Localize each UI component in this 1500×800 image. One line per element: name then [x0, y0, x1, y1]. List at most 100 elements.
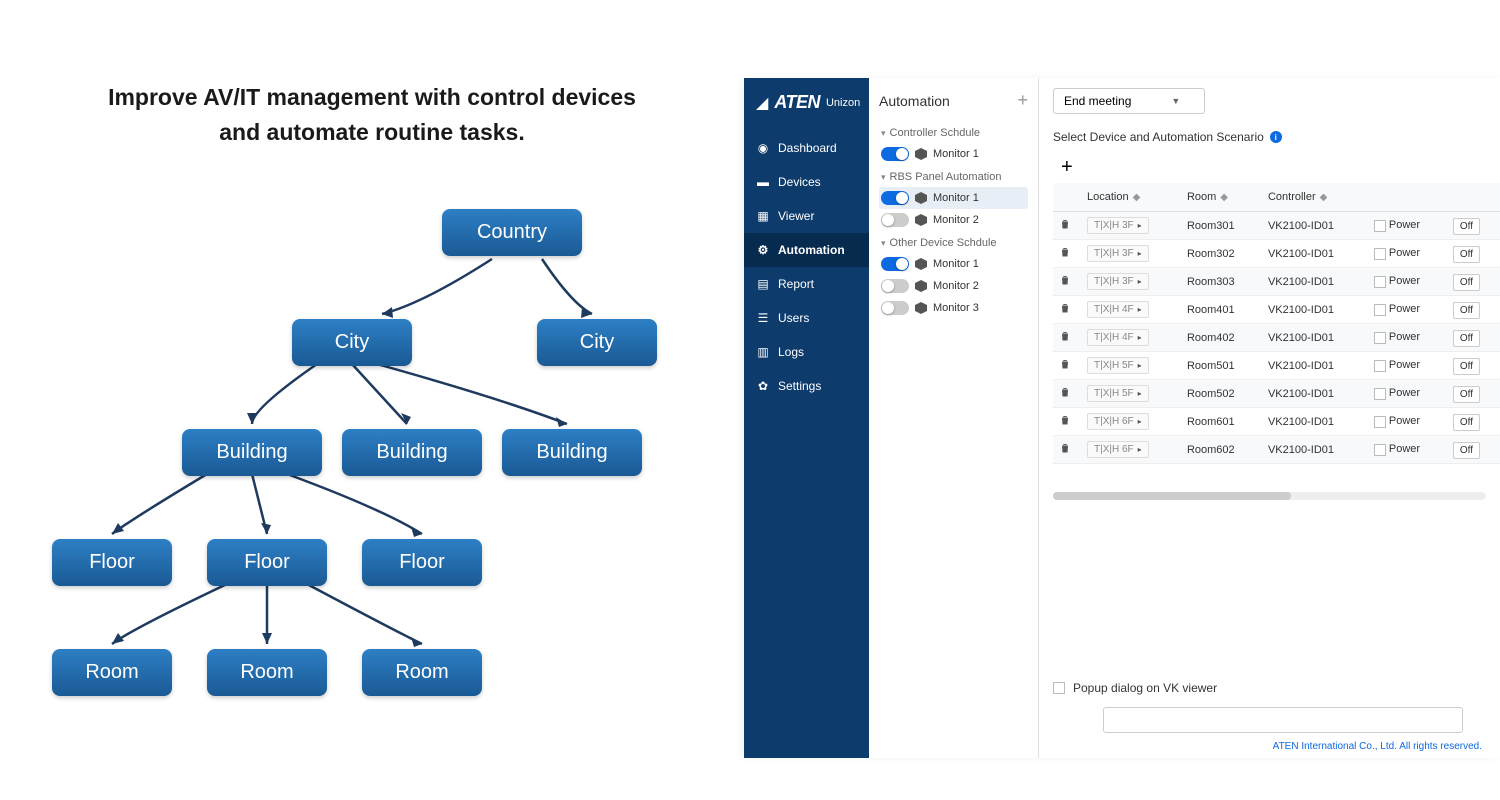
sidebar-item-users[interactable]: ☰Users — [744, 301, 869, 335]
popup-checkbox[interactable] — [1053, 682, 1065, 694]
chevron-right-icon: ▸ — [1138, 333, 1142, 342]
automation-group-title[interactable]: ▾ Other Device Schdule — [879, 231, 1028, 253]
off-button[interactable]: Off — [1453, 442, 1480, 459]
power-checkbox[interactable] — [1374, 444, 1386, 456]
popup-label: Popup dialog on VK viewer — [1073, 681, 1217, 695]
automation-item[interactable]: Monitor 2 — [879, 275, 1028, 297]
power-checkbox[interactable] — [1374, 332, 1386, 344]
scenario-dropdown[interactable]: End meeting ▼ — [1053, 88, 1205, 114]
automation-item[interactable]: Monitor 1 — [879, 253, 1028, 275]
trash-icon[interactable] — [1059, 301, 1071, 315]
brand: ◢ ATEN Unizon — [744, 78, 869, 131]
add-device-button[interactable]: + — [1053, 152, 1500, 183]
toggle-switch[interactable] — [881, 213, 909, 227]
col-room[interactable]: Room — [1187, 191, 1216, 203]
power-checkbox[interactable] — [1374, 416, 1386, 428]
report-icon: ▤ — [756, 277, 770, 291]
chevron-down-icon: ▾ — [881, 238, 886, 249]
sidebar-item-report[interactable]: ▤Report — [744, 267, 869, 301]
popup-message-input[interactable] — [1103, 707, 1463, 733]
automation-item[interactable]: Monitor 1 — [879, 143, 1028, 165]
location-breadcrumb[interactable]: T|X|H 6F ▸ — [1087, 441, 1149, 458]
headline: Improve AV/IT management with control de… — [92, 80, 652, 149]
sort-icon[interactable]: ◆ — [1133, 192, 1141, 203]
chevron-right-icon: ▸ — [1138, 361, 1142, 370]
trash-icon[interactable] — [1059, 273, 1071, 287]
power-checkbox[interactable] — [1374, 220, 1386, 232]
sidebar-item-dashboard[interactable]: ◉Dashboard — [744, 131, 869, 165]
location-breadcrumb[interactable]: T|X|H 4F ▸ — [1087, 329, 1149, 346]
shield-icon: ◢ — [756, 93, 768, 113]
chevron-right-icon: ▸ — [1138, 389, 1142, 398]
chevron-down-icon: ▼ — [1171, 96, 1180, 106]
off-button[interactable]: Off — [1453, 386, 1480, 403]
off-button[interactable]: Off — [1453, 414, 1480, 431]
automation-group-title[interactable]: ▾ RBS Panel Automation — [879, 165, 1028, 187]
tree-node-floor: Floor — [52, 539, 172, 586]
col-location[interactable]: Location — [1087, 191, 1129, 203]
power-label: Power — [1389, 387, 1420, 399]
sidebar-item-viewer[interactable]: ▦Viewer — [744, 199, 869, 233]
sort-icon[interactable]: ◆ — [1320, 192, 1328, 203]
cell-controller: VK2100-ID01 — [1262, 380, 1368, 408]
sidebar-item-automation[interactable]: ⚙Automation — [744, 233, 869, 267]
power-checkbox[interactable] — [1374, 304, 1386, 316]
automation-item-label: Monitor 1 — [933, 148, 979, 160]
trash-icon[interactable] — [1059, 413, 1071, 427]
sidebar-item-devices[interactable]: ▬ Devices — [744, 165, 869, 199]
power-checkbox[interactable] — [1374, 276, 1386, 288]
location-breadcrumb[interactable]: T|X|H 5F ▸ — [1087, 357, 1149, 374]
power-checkbox[interactable] — [1374, 248, 1386, 260]
off-button[interactable]: Off — [1453, 330, 1480, 347]
automation-group-title[interactable]: ▾ Controller Schdule — [879, 121, 1028, 143]
toggle-switch[interactable] — [881, 257, 909, 271]
power-label: Power — [1389, 303, 1420, 315]
trash-icon[interactable] — [1059, 217, 1071, 231]
horizontal-scrollbar[interactable] — [1053, 492, 1486, 500]
add-automation-button[interactable]: + — [1017, 90, 1028, 111]
location-breadcrumb[interactable]: T|X|H 3F ▸ — [1087, 217, 1149, 234]
trash-icon[interactable] — [1059, 385, 1071, 399]
trash-icon[interactable] — [1059, 357, 1071, 371]
toggle-switch[interactable] — [881, 191, 909, 205]
table-row: T|X|H 4F ▸Room402VK2100-ID01 PowerOff — [1053, 324, 1500, 352]
info-icon[interactable]: i — [1270, 131, 1282, 143]
power-label: Power — [1389, 359, 1420, 371]
device-table: Location ◆ Room ◆ Controller ◆ T|X|H 3F ▸ Ro… — [1053, 183, 1500, 464]
col-controller[interactable]: Controller — [1268, 191, 1316, 203]
off-button[interactable]: Off — [1453, 274, 1480, 291]
toggle-switch[interactable] — [881, 279, 909, 293]
automation-item-label: Monitor 2 — [933, 280, 979, 292]
automation-item[interactable]: Monitor 3 — [879, 297, 1028, 319]
users-icon: ☰ — [756, 311, 770, 325]
sidebar-item-label: Logs — [778, 345, 804, 359]
cell-room: Room601 — [1181, 408, 1262, 436]
cell-room: Room502 — [1181, 380, 1262, 408]
cell-controller: VK2100-ID01 — [1262, 436, 1368, 464]
trash-icon[interactable] — [1059, 245, 1071, 259]
location-breadcrumb[interactable]: T|X|H 3F ▸ — [1087, 273, 1149, 290]
off-button[interactable]: Off — [1453, 218, 1480, 235]
automation-item[interactable]: Monitor 2 — [879, 209, 1028, 231]
sort-icon[interactable]: ◆ — [1220, 192, 1228, 203]
location-breadcrumb[interactable]: T|X|H 6F ▸ — [1087, 413, 1149, 430]
sidebar-item-settings[interactable]: ✿Settings — [744, 369, 869, 403]
devices-icon: ▬ — [756, 175, 770, 189]
location-breadcrumb[interactable]: T|X|H 3F ▸ — [1087, 245, 1149, 262]
trash-icon[interactable] — [1059, 441, 1071, 455]
trash-icon[interactable] — [1059, 329, 1071, 343]
location-breadcrumb[interactable]: T|X|H 4F ▸ — [1087, 301, 1149, 318]
toggle-switch[interactable] — [881, 147, 909, 161]
off-button[interactable]: Off — [1453, 302, 1480, 319]
power-checkbox[interactable] — [1374, 388, 1386, 400]
scenario-selected: End meeting — [1064, 94, 1131, 108]
cell-controller: VK2100-ID01 — [1262, 268, 1368, 296]
power-checkbox[interactable] — [1374, 360, 1386, 372]
toggle-switch[interactable] — [881, 301, 909, 315]
location-breadcrumb[interactable]: T|X|H 5F ▸ — [1087, 385, 1149, 402]
off-button[interactable]: Off — [1453, 358, 1480, 375]
sidebar-item-logs[interactable]: ▥Logs — [744, 335, 869, 369]
off-button[interactable]: Off — [1453, 246, 1480, 263]
sidebar-item-label: Devices — [778, 175, 821, 189]
automation-item[interactable]: Monitor 1 — [879, 187, 1028, 209]
